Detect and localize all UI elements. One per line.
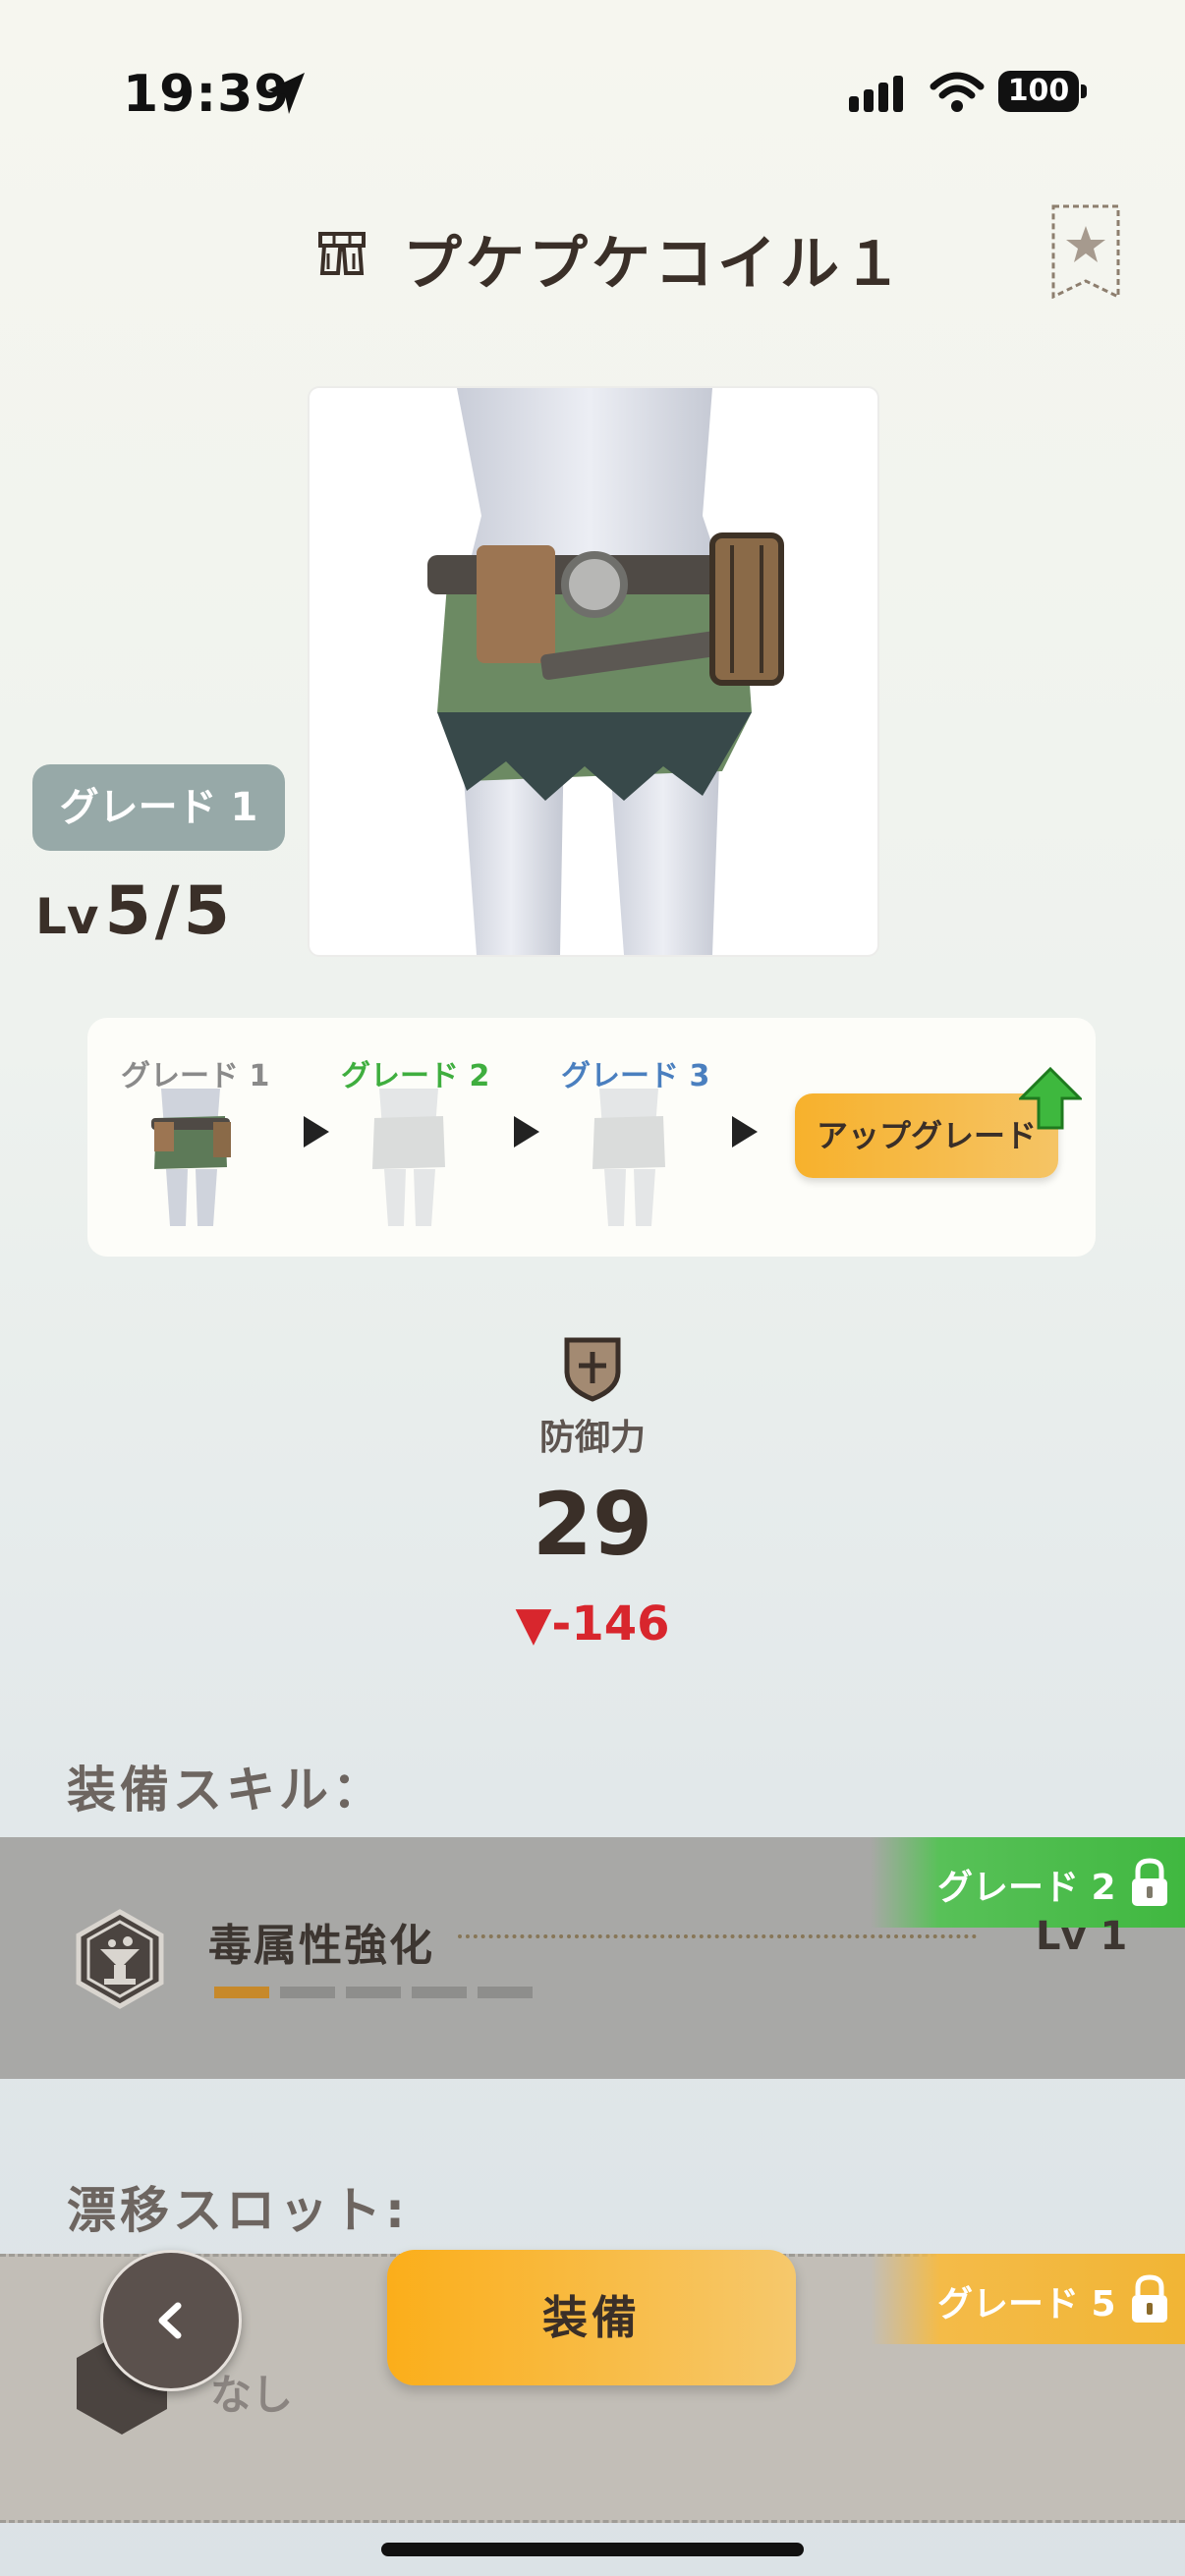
skill-level-segment: [478, 1987, 533, 1998]
grade-5-lock-badge: グレード 5: [871, 2254, 1185, 2344]
defense-diff: ▼-146: [515, 1596, 670, 1652]
arrow-right-icon: [732, 1116, 758, 1148]
skills-heading: 装備スキル：: [67, 1762, 385, 1819]
grade-badge: グレード 1: [32, 764, 285, 851]
wifi-icon: [930, 71, 985, 118]
cellular-signal-icon: [847, 75, 908, 118]
grade-1-thumbnail[interactable]: [137, 1089, 245, 1226]
star-bookmark-icon[interactable]: [1051, 204, 1120, 300]
level-value: 5/5: [104, 872, 234, 950]
back-button[interactable]: [100, 2250, 242, 2391]
grade-2-lock-badge: グレード 2: [871, 1837, 1185, 1928]
level-display: Lv5/5: [35, 872, 234, 950]
skill-level-segment: [412, 1987, 467, 1998]
defense-label: 防御力: [538, 1418, 646, 1458]
shield-icon: [563, 1336, 622, 1407]
level-prefix: Lv: [35, 888, 99, 945]
skill-level-segment: [280, 1987, 335, 1998]
defense-value: 29: [532, 1474, 653, 1575]
skill-name: 毒属性強化: [208, 1921, 434, 1971]
arrow-right-icon: [514, 1116, 539, 1148]
grade-3-thumbnail[interactable]: [575, 1089, 683, 1226]
drift-slot-value: なし: [210, 2371, 294, 2419]
drift-slot-heading: 漂移スロット:: [67, 2182, 409, 2239]
chevron-left-icon: [158, 2302, 182, 2339]
battery-icon: 100: [998, 71, 1079, 112]
page-title: プケプケコイル１: [403, 230, 906, 299]
skill-dotted-leader: [458, 1934, 977, 1938]
lock-icon: [1132, 2274, 1167, 2323]
arrow-right-icon: [304, 1116, 329, 1148]
waist-armor-icon: [314, 226, 369, 285]
grade-2-lock-label: グレード 2: [937, 1868, 1116, 1908]
grade-5-lock-label: グレード 5: [937, 2284, 1116, 2324]
battery-tip: [1081, 84, 1087, 98]
poison-skill-icon: [69, 1908, 171, 2014]
home-indicator: [381, 2543, 804, 2556]
up-arrow-icon: [1017, 1066, 1084, 1134]
upgrade-panel: グレード 1 グレード 2 グレード 3 アップグレード: [87, 1018, 1096, 1257]
skill-level-segment: [346, 1987, 401, 1998]
equipment-image: [308, 386, 879, 957]
grade-2-thumbnail[interactable]: [355, 1089, 463, 1226]
skill-level-segment-filled: [214, 1987, 269, 1998]
lock-icon: [1132, 1858, 1167, 1906]
skill-level: Lv 1: [1036, 1914, 1128, 1959]
location-arrow-icon: [265, 71, 307, 120]
equip-button[interactable]: 装備: [387, 2250, 796, 2385]
